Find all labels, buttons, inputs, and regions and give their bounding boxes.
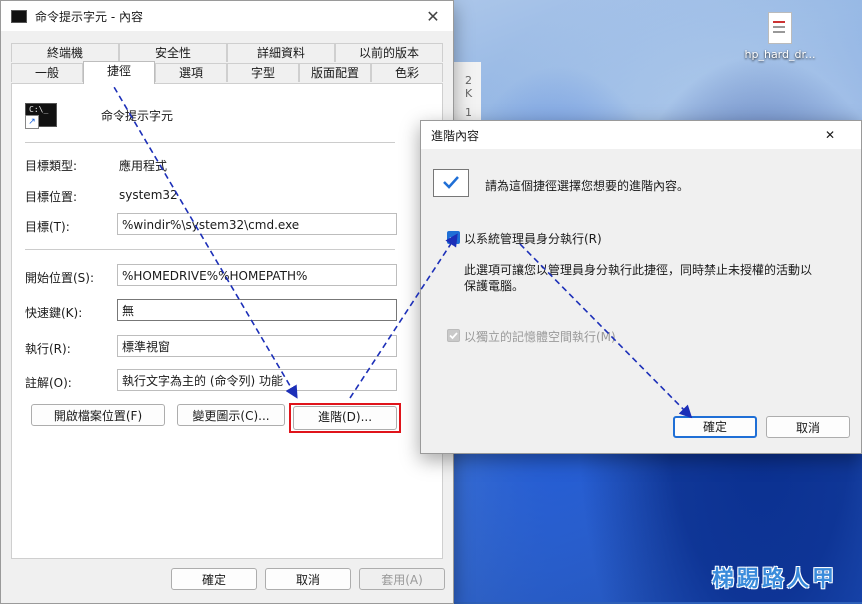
arrow-shortcut-to-advanced bbox=[103, 69, 298, 399]
arrow-checkbox-to-ok bbox=[519, 243, 693, 419]
watermark: 梯踢路人甲 bbox=[712, 566, 838, 592]
annotation-arrows bbox=[103, 69, 693, 419]
tab-shortcut[interactable]: 捷徑 bbox=[83, 61, 155, 84]
arrow-advanced-to-checkbox bbox=[349, 233, 458, 399]
